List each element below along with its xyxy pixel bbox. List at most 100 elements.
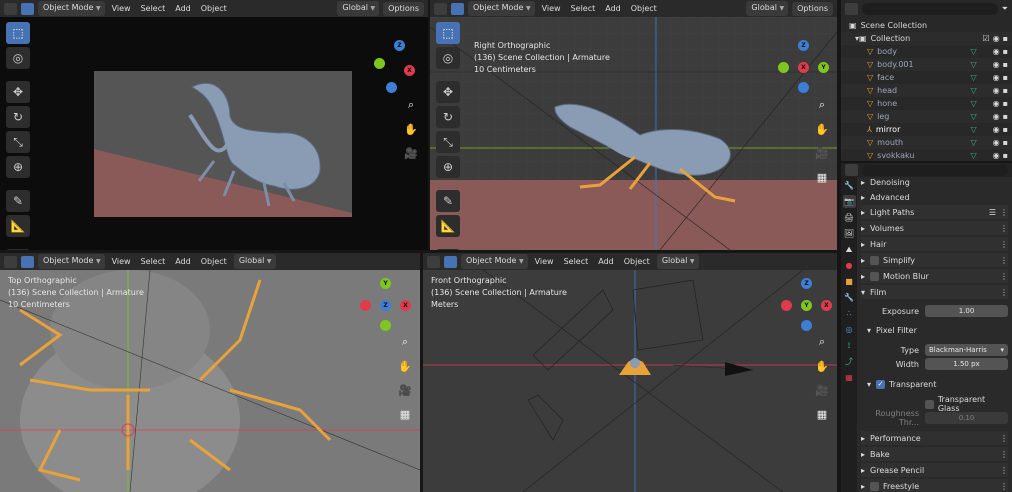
eye-icon[interactable]: ◉ <box>993 86 1000 95</box>
tool-tab-icon[interactable]: 🔧 <box>843 179 856 192</box>
constraints-tab-icon[interactable]: ⟟ <box>843 339 856 352</box>
camera-icon[interactable]: ▪ <box>1003 60 1008 69</box>
select-mode-icon[interactable] <box>444 255 457 268</box>
transform-orientation-dropdown[interactable]: Global ▼ <box>656 254 699 269</box>
move-tool[interactable]: ✥ <box>436 81 460 103</box>
object-tab-icon[interactable]: ■ <box>843 275 856 288</box>
menu-view[interactable]: View <box>539 3 564 14</box>
outliner-item[interactable]: ▽ hone ▽ ◉ ▪ <box>841 97 1012 110</box>
scale-tool[interactable]: ⤡ <box>6 131 30 153</box>
data-tab-icon[interactable]: ⤴ <box>843 355 856 368</box>
filter-width-field[interactable]: 1.50 px <box>925 358 1008 370</box>
simplify-checkbox[interactable] <box>870 255 880 265</box>
transform-orientation-dropdown[interactable]: Global ▼ <box>233 254 276 269</box>
rotate-tool[interactable]: ↻ <box>6 106 30 128</box>
cursor-tool[interactable]: ◎ <box>6 47 30 69</box>
navigation-gizmo[interactable]: Y Z X <box>358 278 414 334</box>
section-light-paths[interactable]: ▸ Light Paths ☰ ⋮ <box>861 205 1008 219</box>
annotate-tool[interactable]: ✎ <box>436 190 460 212</box>
drag-handle-icon[interactable]: ⋮ <box>1000 450 1008 459</box>
drag-handle-icon[interactable]: ⋮ <box>1000 256 1008 265</box>
drag-handle-icon[interactable]: ⋮ <box>1000 224 1008 233</box>
mode-dropdown[interactable]: Object Mode ▼ <box>461 254 528 269</box>
drag-handle-icon[interactable]: ⋮ <box>1000 288 1008 297</box>
editor-type-icon[interactable] <box>427 255 440 268</box>
list-icon[interactable]: ☰ <box>989 208 996 217</box>
section-simplify[interactable]: ▸ Simplify ⋮ <box>861 253 1008 267</box>
editor-type-icon[interactable] <box>845 2 858 15</box>
transparent-checkbox[interactable]: ✓ <box>876 379 886 389</box>
section-denoising[interactable]: ▸ Denoising <box>861 175 1008 189</box>
menu-object[interactable]: Object <box>621 256 653 267</box>
editor-type-icon[interactable] <box>845 164 858 176</box>
drag-handle-icon[interactable]: ⋮ <box>1000 240 1008 249</box>
zoom-icon[interactable]: ⌕ <box>813 96 831 114</box>
editor-type-icon[interactable] <box>4 2 17 15</box>
menu-object[interactable]: Object <box>628 3 660 14</box>
menu-view[interactable]: View <box>109 256 134 267</box>
measure-tool[interactable]: 📐 <box>436 215 460 237</box>
section-freestyle[interactable]: ▸ Freestyle ⋮ <box>861 479 1008 492</box>
camera-icon[interactable]: ▪ <box>1003 34 1008 43</box>
pan-hand-icon[interactable]: ✋ <box>813 357 831 375</box>
measure-tool[interactable]: 📐 <box>6 215 30 237</box>
eye-icon[interactable]: ◉ <box>993 112 1000 121</box>
camera-view-icon[interactable]: 🎥 <box>402 144 420 162</box>
camera-icon[interactable]: ▪ <box>1003 138 1008 147</box>
roughness-field[interactable]: 0.10 <box>925 412 1008 424</box>
select-mode-icon[interactable] <box>21 255 34 268</box>
outliner-item[interactable]: ▽ body.001 ▽ ◉ ▪ <box>841 58 1012 71</box>
eye-icon[interactable]: ◉ <box>993 60 1000 69</box>
drag-handle-icon[interactable]: ⋮ <box>1000 272 1008 281</box>
drag-handle-icon[interactable]: ⋮ <box>1000 434 1008 443</box>
camera-icon[interactable]: ▪ <box>1003 99 1008 108</box>
rotate-tool[interactable]: ↻ <box>436 106 460 128</box>
world-tab-icon[interactable]: ● <box>843 259 856 272</box>
filter-type-dropdown[interactable]: Blackman-Harris ▾ <box>925 344 1008 356</box>
eye-icon[interactable]: ◉ <box>993 99 1000 108</box>
transform-orientation-dropdown[interactable]: Global ▼ <box>746 1 789 16</box>
mode-dropdown[interactable]: Object Mode ▼ <box>38 254 105 269</box>
mode-dropdown[interactable]: Object Mode ▼ <box>468 1 535 16</box>
zoom-icon[interactable]: ⌕ <box>402 96 420 114</box>
editor-type-icon[interactable] <box>4 255 17 268</box>
physics-tab-icon[interactable]: ◎ <box>843 323 856 336</box>
viewport-right-ortho[interactable]: Object Mode ▼ View Select Add Object Glo… <box>430 0 837 250</box>
navigation-gizmo[interactable]: Z X Y <box>776 40 832 96</box>
camera-icon[interactable]: ▪ <box>1003 125 1008 134</box>
camera-icon[interactable]: ▪ <box>1003 73 1008 82</box>
ortho-grid-icon[interactable]: ▦ <box>813 405 831 423</box>
properties-search-input[interactable] <box>862 164 1008 176</box>
outliner-item[interactable]: ▽ svokkaku ▽ ◉ ▪ <box>841 149 1012 162</box>
viewport-camera[interactable]: Object Mode ▼ View Select Add Object Glo… <box>0 0 428 250</box>
add-cube-tool[interactable]: ▣ <box>6 249 30 250</box>
mode-dropdown[interactable]: Object Mode ▼ <box>38 1 105 16</box>
outliner-item[interactable]: ▽ body ▽ ◉ ▪ <box>841 45 1012 58</box>
transparent-glass-checkbox[interactable] <box>925 399 934 409</box>
section-film[interactable]: ▾ Film ⋮ <box>861 285 1008 299</box>
cursor-tool[interactable]: ◎ <box>436 47 460 69</box>
menu-view[interactable]: View <box>109 3 134 14</box>
ortho-grid-icon[interactable]: ▦ <box>813 168 831 186</box>
camera-icon[interactable]: ▪ <box>1003 47 1008 56</box>
zoom-icon[interactable]: ⌕ <box>396 333 414 351</box>
outliner-item[interactable]: ▽ face ▽ ◉ ▪ <box>841 71 1012 84</box>
drag-handle-icon[interactable]: ⋮ <box>1000 208 1008 217</box>
transform-orientation-dropdown[interactable]: Global ▼ <box>337 1 380 16</box>
transform-tool[interactable]: ⊕ <box>6 156 30 178</box>
render-tab-icon[interactable]: 📷 <box>842 195 856 208</box>
eye-icon[interactable]: ◉ <box>993 125 1000 134</box>
filter-icon[interactable]: ⏷ <box>1002 4 1008 14</box>
checkbox-icon[interactable]: ☑ <box>982 34 989 43</box>
modifier-tab-icon[interactable]: 🔧 <box>843 291 856 304</box>
material-tab-icon[interactable]: ▦ <box>843 371 856 384</box>
transform-tool[interactable]: ⊕ <box>436 156 460 178</box>
viewport-top-ortho[interactable]: Object Mode ▼ View Select Add Object Glo… <box>0 253 420 492</box>
section-performance[interactable]: ▸ Performance ⋮ <box>861 431 1008 445</box>
output-tab-icon[interactable]: 🖨 <box>843 211 856 224</box>
select-mode-icon[interactable] <box>451 2 464 15</box>
section-volumes[interactable]: ▸ Volumes ⋮ <box>861 221 1008 235</box>
move-tool[interactable]: ✥ <box>6 81 30 103</box>
options-button[interactable]: Options <box>792 1 833 16</box>
outliner-item[interactable]: ▽ mouth ▽ ◉ ▪ <box>841 136 1012 149</box>
